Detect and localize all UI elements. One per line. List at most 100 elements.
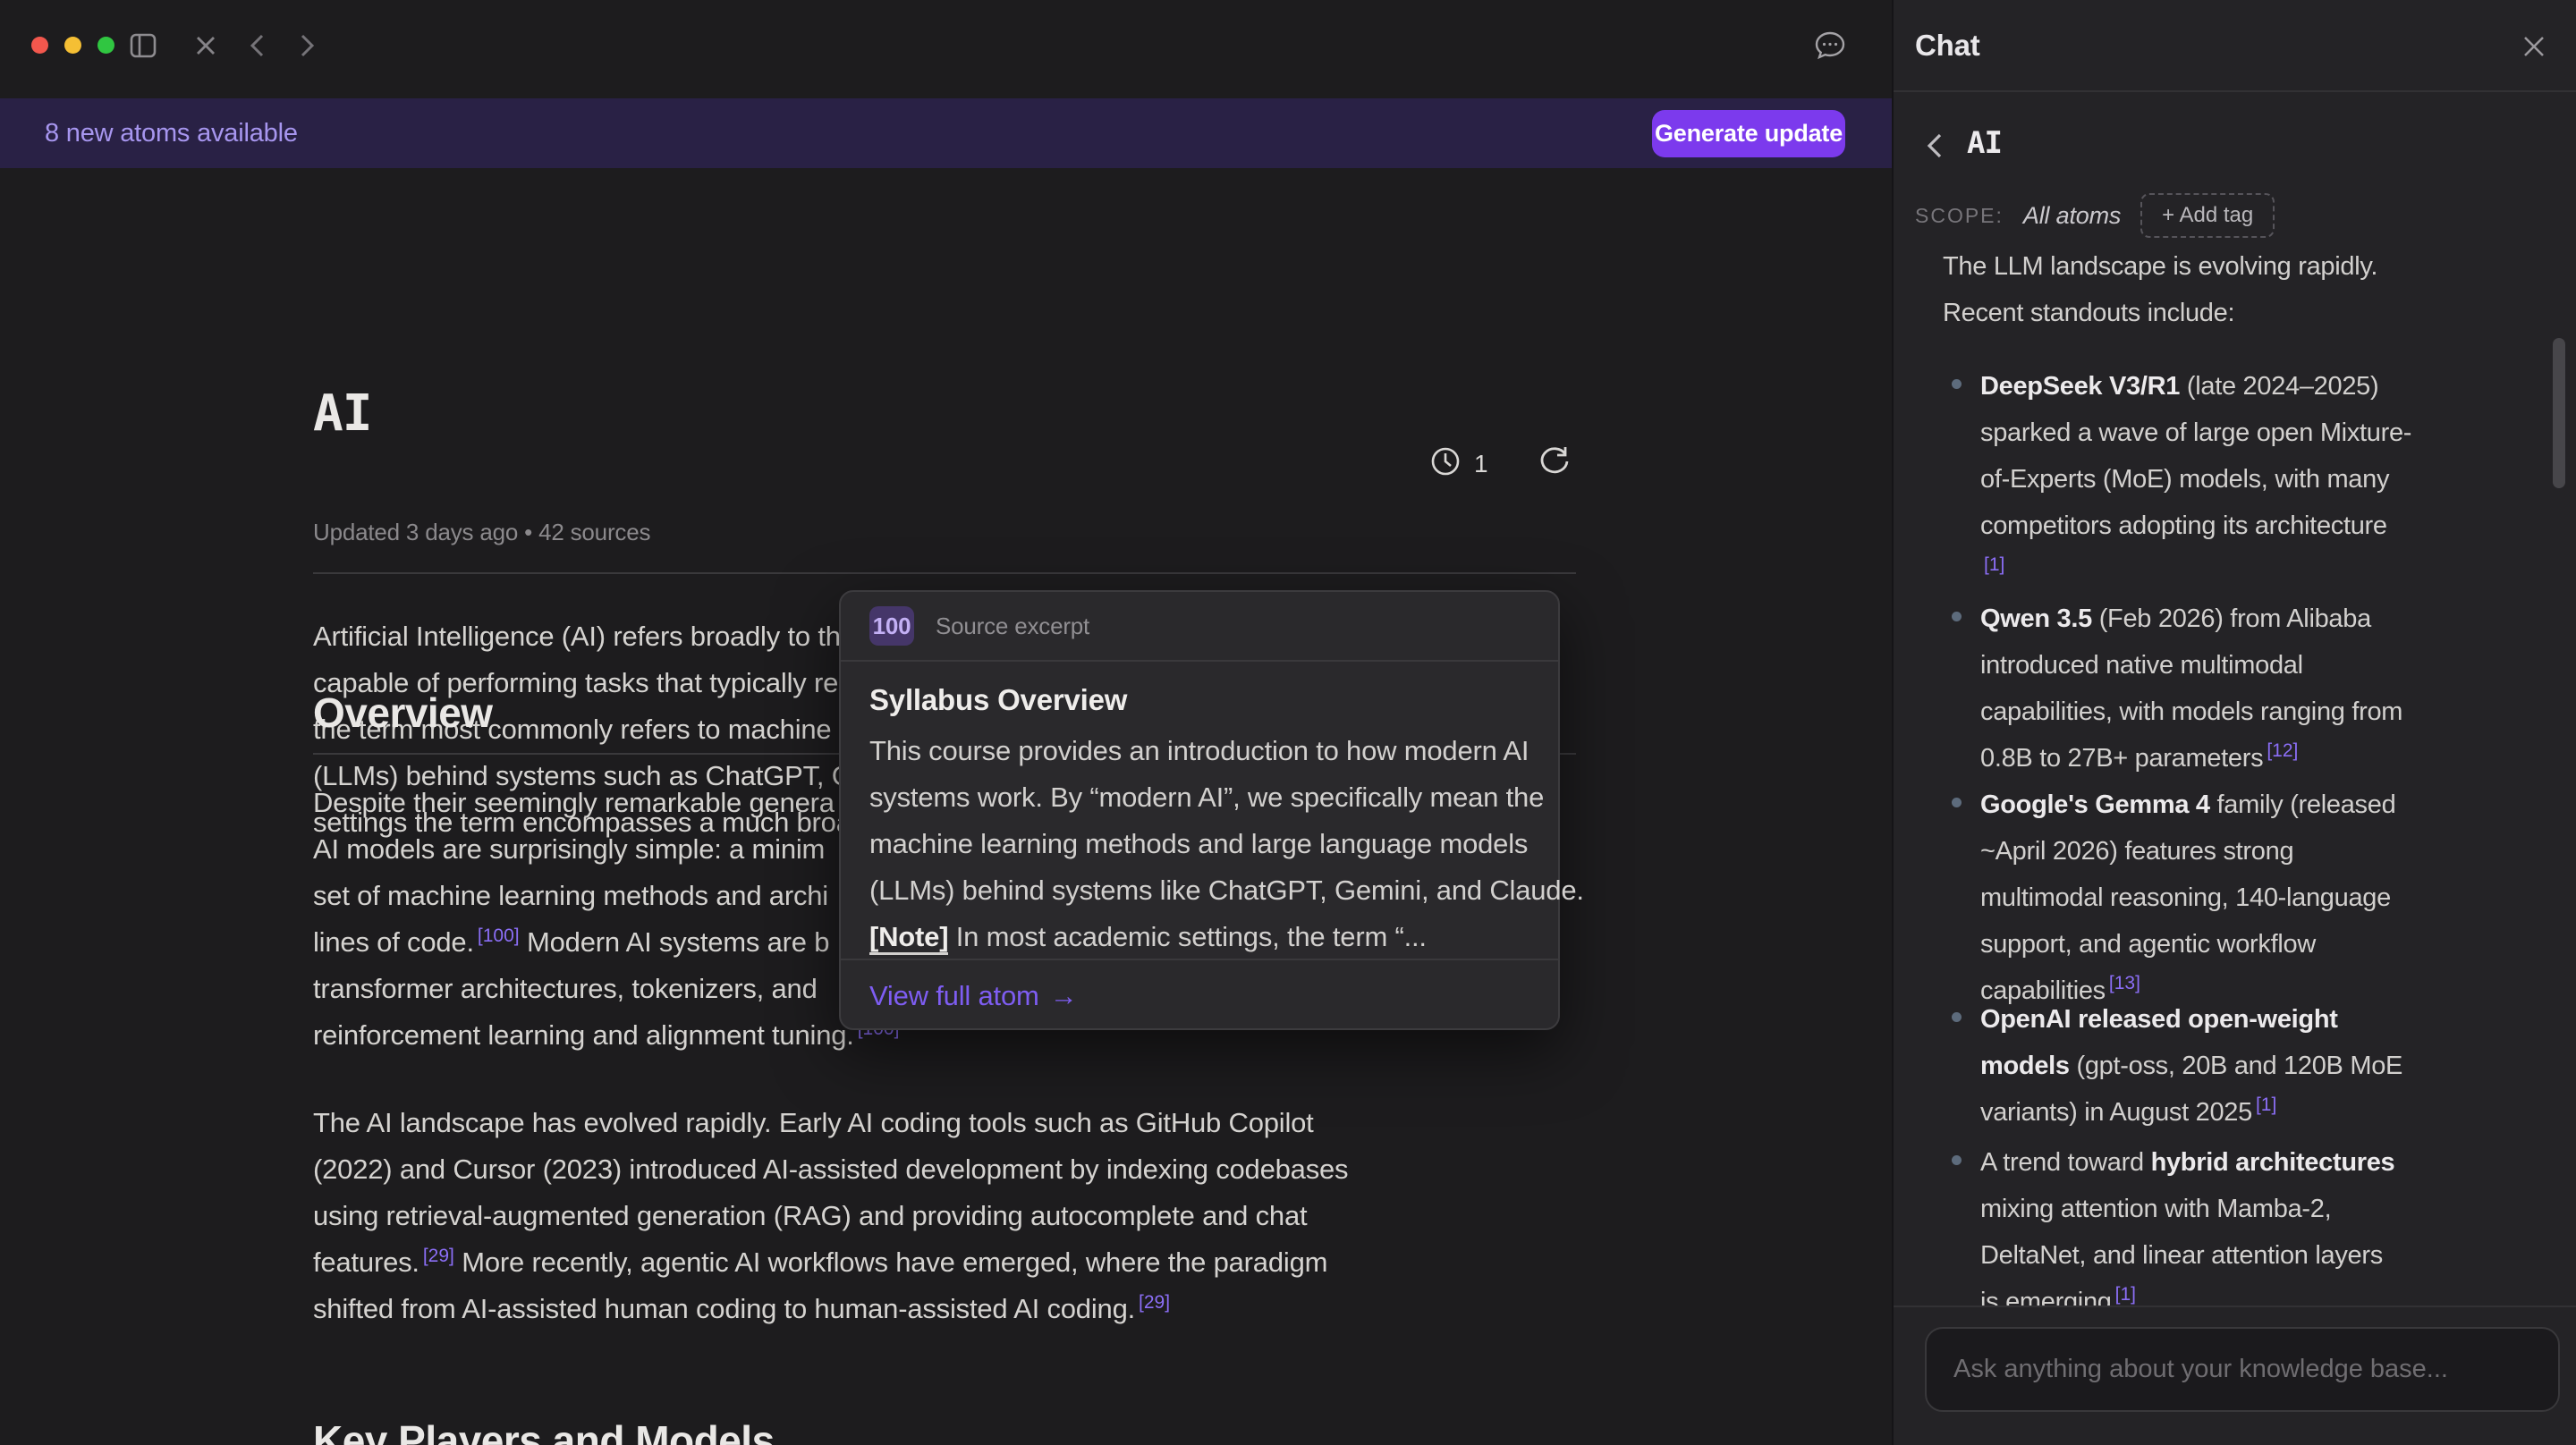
history-count: 1 <box>1474 450 1487 478</box>
bullet-dot-icon <box>1952 1012 1962 1022</box>
text-line: machine learning methods and large langu… <box>869 821 1531 867</box>
text-line: capabilities, with models ranging from <box>1980 689 2535 735</box>
overview-heading: Overview <box>313 689 493 737</box>
chat-bullet-item: Google's Gemma 4 family (released~April … <box>1980 782 2535 1014</box>
text-line: is emerging[1] <box>1980 1279 2535 1306</box>
view-full-atom-link[interactable]: View full atom → <box>869 980 1077 1012</box>
app-window: 8 new atoms available Generate update AI… <box>0 0 2576 1445</box>
key-players-heading: Key Players and Models <box>313 1416 775 1445</box>
text-line: systems work. By “modern AI”, we specifi… <box>869 774 1531 821</box>
bullet-dot-icon <box>1952 379 1962 389</box>
text-line: using retrieval-augmented generation (RA… <box>313 1193 1619 1239</box>
citation-link[interactable]: [29] <box>419 1246 454 1266</box>
text-line: DeepSeek V3/R1 (late 2024–2025) <box>1980 363 2535 410</box>
bullet-dot-icon <box>1952 798 1962 807</box>
chat-scrollbar-thumb[interactable] <box>2553 338 2565 488</box>
nav-forward-icon[interactable] <box>291 30 323 62</box>
article-title: AI <box>313 384 371 443</box>
citation-link[interactable]: [13] <box>2106 973 2140 993</box>
chat-thread-title: AI <box>1967 125 2002 161</box>
excerpt-title: Syllabus Overview <box>869 683 1127 717</box>
citation-link[interactable]: [1] <box>1980 554 2004 575</box>
chat-bullet-item: Qwen 3.5 (Feb 2026) from Alibabaintroduc… <box>1980 596 2535 782</box>
bullet-dot-icon <box>1952 612 1962 621</box>
article-meta: Updated 3 days ago • 42 sources <box>313 519 650 546</box>
chat-intro-text: The LLM landscape is evolving rapidly.Re… <box>1943 249 2533 336</box>
text-line: sparked a wave of large open Mixture- <box>1980 410 2535 456</box>
chat-bullet-item: OpenAI released open-weightmodels (gpt-o… <box>1980 996 2535 1136</box>
text-line: [1] <box>1980 549 2535 596</box>
arrow-right-icon: → <box>1050 980 1078 1012</box>
titlebar <box>0 0 1892 98</box>
main-area: 8 new atoms available Generate update AI… <box>0 0 1892 1445</box>
text-line: DeltaNet, and linear attention layers <box>1980 1232 2535 1279</box>
traffic-light-minimize[interactable] <box>64 37 81 54</box>
chat-bullet-item: A trend toward hybrid architecturesmixin… <box>1980 1139 2535 1306</box>
generate-update-button[interactable]: Generate update <box>1652 110 1845 157</box>
citation-link[interactable]: [100] <box>474 925 520 946</box>
traffic-light-close[interactable] <box>31 37 48 54</box>
scope-value[interactable]: All atoms <box>2023 202 2121 230</box>
chat-input-zone <box>1894 1306 2576 1445</box>
text-line: shifted from AI-assisted human coding to… <box>313 1286 1619 1332</box>
add-tag-button[interactable]: + Add tag <box>2140 193 2275 238</box>
text-line: competitors adopting its architecture <box>1980 503 2535 549</box>
text-line: support, and agentic workflow <box>1980 921 2535 968</box>
article-paragraph-2: The AI landscape has evolved rapidly. Ea… <box>313 1100 1619 1332</box>
popover-label: Source excerpt <box>936 613 1089 640</box>
scope-label: SCOPE: <box>1915 204 2004 228</box>
citation-link[interactable]: [29] <box>1135 1292 1170 1313</box>
banner-message: 8 new atoms available <box>45 119 298 148</box>
citation-link[interactable]: [12] <box>2263 740 2298 761</box>
text-line: ~April 2026) features strong <box>1980 828 2535 875</box>
bullet-dot-icon <box>1952 1155 1962 1165</box>
citation-link[interactable]: [1] <box>2112 1284 2136 1305</box>
nav-back-icon[interactable] <box>242 30 274 62</box>
text-line: multimodal reasoning, 140-language <box>1980 875 2535 921</box>
text-line: of-Experts (MoE) models, with many <box>1980 456 2535 503</box>
refresh-icon[interactable] <box>1538 445 1572 482</box>
source-number-badge: 100 <box>869 606 914 646</box>
chat-toggle-icon[interactable] <box>1814 30 1846 62</box>
popover-header: 100 Source excerpt <box>841 592 1558 662</box>
citation-link[interactable]: [1] <box>2252 1094 2276 1115</box>
text-line: The LLM landscape is evolving rapidly. <box>1943 249 2533 290</box>
text-line: variants) in August 2025[1] <box>1980 1089 2535 1136</box>
text-line: This course provides an introduction to … <box>869 728 1531 774</box>
scope-row: SCOPE: All atoms + Add tag <box>1915 191 2275 240</box>
text-line: (LLMs) behind systems like ChatGPT, Gemi… <box>869 867 1531 914</box>
text-line: models (gpt-oss, 20B and 120B MoE <box>1980 1043 2535 1089</box>
excerpt-body: This course provides an introduction to … <box>869 728 1531 960</box>
text-line: The AI landscape has evolved rapidly. Ea… <box>313 1100 1619 1146</box>
view-full-atom-label: View full atom <box>869 980 1039 1012</box>
chat-panel-title: Chat <box>1915 29 1980 63</box>
article-view: AI 1 Updated 3 days ago • 42 sources <box>0 168 1892 1445</box>
text-line: Qwen 3.5 (Feb 2026) from Alibaba <box>1980 596 2535 642</box>
text-line: mixing attention with Mamba-2, <box>1980 1186 2535 1232</box>
chat-panel: Chat AI SCOPE: All atoms + Add tag The L… <box>1892 0 2576 1445</box>
chat-header: Chat <box>1894 0 2576 92</box>
text-line: (2022) and Cursor (2023) introduced AI-a… <box>313 1146 1619 1193</box>
close-tab-icon[interactable] <box>190 30 222 62</box>
chat-back-icon[interactable] <box>1919 130 1951 162</box>
text-line: Google's Gemma 4 family (released <box>1980 782 2535 828</box>
update-banner: 8 new atoms available Generate update <box>0 98 1892 168</box>
chat-input[interactable] <box>1925 1327 2560 1412</box>
history-clock-icon[interactable] <box>1429 445 1462 482</box>
popover-footer: View full atom → <box>841 959 1558 1032</box>
traffic-light-zoom[interactable] <box>97 37 114 54</box>
text-line: [Note] In most academic settings, the te… <box>869 914 1531 960</box>
header-divider <box>313 572 1576 574</box>
text-line: introduced native multimodal <box>1980 642 2535 689</box>
text-line: OpenAI released open-weight <box>1980 996 2535 1043</box>
text-line: 0.8B to 27B+ parameters[12] <box>1980 735 2535 782</box>
source-excerpt-popover: 100 Source excerpt Syllabus Overview Thi… <box>839 590 1560 1030</box>
text-line: A trend toward hybrid architectures <box>1980 1139 2535 1186</box>
chat-messages: The LLM landscape is evolving rapidly.Re… <box>1894 249 2576 1306</box>
chat-bullet-item: DeepSeek V3/R1 (late 2024–2025)sparked a… <box>1980 363 2535 596</box>
text-line: features.[29] More recently, agentic AI … <box>313 1239 1619 1286</box>
chat-close-icon[interactable] <box>2517 30 2551 63</box>
text-line: Recent standouts include: <box>1943 290 2533 336</box>
article-actions: 1 <box>1429 445 1572 482</box>
toggle-sidebar-icon[interactable] <box>127 30 159 62</box>
